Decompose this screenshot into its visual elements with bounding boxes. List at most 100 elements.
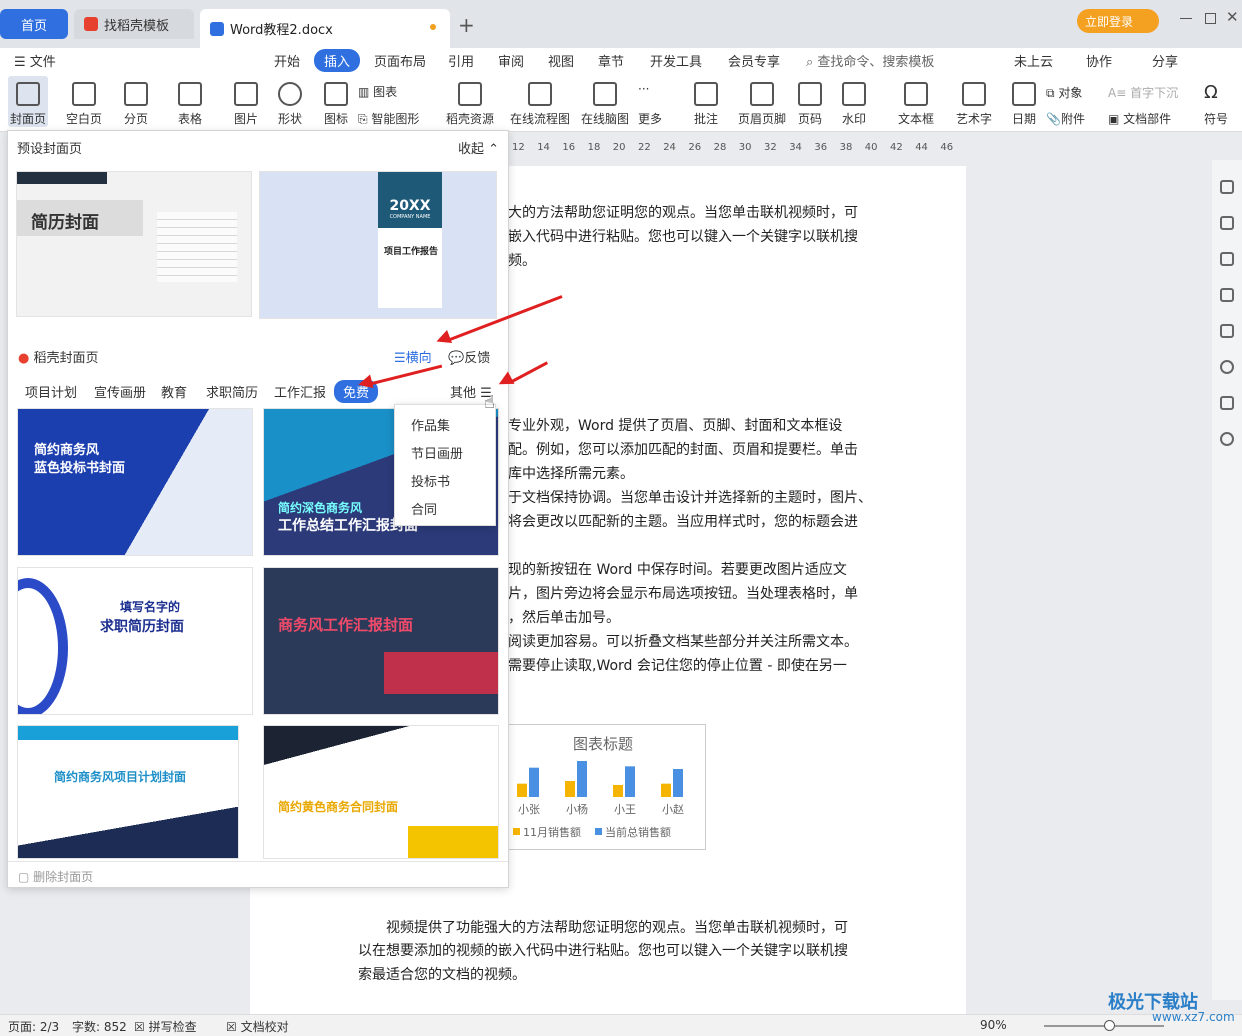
menu-file[interactable]: ☰ 文件 [14,51,56,70]
delete-cover-button[interactable]: ▢ 删除封面页 [18,868,93,885]
drop-cap-button[interactable]: A≡ 首字下沉 [1108,84,1178,101]
object-button[interactable]: ⧉ 对象 [1046,84,1082,101]
doc-text-line[interactable]: 需要停止读取,Word 会记住您的停止位置 - 即使在另一 [508,655,847,675]
dropdown-item-bid[interactable]: 投标书 [411,471,450,490]
doc-text-line[interactable]: 频。 [508,250,536,270]
table-button[interactable]: 表格 [178,76,202,127]
select-icon[interactable] [1220,252,1234,266]
menu-developer[interactable]: 开发工具 [650,51,702,70]
blank-page-icon [72,82,96,106]
menu-chapter[interactable]: 章节 [598,51,624,70]
minimize-icon[interactable] [1180,18,1192,19]
preset-cover-resume[interactable]: 简历封面 [16,171,252,317]
ribbon-label: 批注 [694,112,719,126]
doc-part-button[interactable]: ▣ 文档部件 [1108,110,1171,127]
spell-check-button[interactable]: ☒ 拼写检查 [134,1018,197,1035]
pen-icon[interactable] [1220,216,1234,230]
proof-label: 文档校对 [240,1020,289,1034]
embedded-chart[interactable]: 图表标题 小张 小杨 小王 小赵 11月销售额 当前总销售额 [498,724,706,850]
menu-reference[interactable]: 引用 [448,51,474,70]
chart-button[interactable]: ▥ 图表 [358,83,397,100]
doc-text-line[interactable]: 以在想要添加的视频的嵌入代码中进行粘贴。您也可以键入一个关键字以联机搜 [358,940,848,960]
doc-text-line[interactable]: 阅读更加容易。可以折叠文档某些部分并关注所需文本。 [508,631,858,651]
date-button[interactable]: 日期 [1012,76,1036,127]
doc-text-line[interactable]: 于文档保持协调。当您单击设计并选择新的主题时，图片、 [508,487,872,507]
mindmap-button[interactable]: 在线脑图 [581,76,629,127]
ai-icon[interactable] [1220,324,1234,338]
comment-button[interactable]: 批注 [694,76,718,127]
cloud-status[interactable]: 未上云 [1014,51,1053,70]
doc-text-line[interactable]: 嵌入代码中进行粘贴。您也可以键入一个关键字以联机搜 [508,226,858,246]
word-count[interactable]: 字数: 852 [72,1018,127,1035]
doc-text-line[interactable]: 视频提供了功能强大的方法帮助您证明您的观点。当您单击联机视频时，可 [386,917,848,937]
feedback-button[interactable]: 💬反馈 [448,347,490,366]
icon-button[interactable]: 图标 [324,76,348,127]
share-button[interactable]: 分享 [1152,51,1178,70]
command-search[interactable]: ⌕ 查找命令、搜索模板 [806,51,934,70]
more-button[interactable]: ··· 更多 [638,76,662,127]
dropdown-item-portfolio[interactable]: 作品集 [411,415,450,434]
doc-text-line[interactable]: 现的新按钮在 Word 中保存时间。若要更改图片适应文 [508,559,847,579]
page-number-button[interactable]: 页码 [798,76,822,127]
picture-button[interactable]: 图片 [234,76,258,127]
menu-start[interactable]: 开始 [274,51,300,70]
header-footer-button[interactable]: 页眉页脚 [738,76,786,127]
flowchart-button[interactable]: 在线流程图 [510,76,570,127]
menu-review[interactable]: 审阅 [498,51,524,70]
dropdown-item-contract[interactable]: 合同 [411,499,437,518]
doc-text-line[interactable]: 索最适合您的文档的视频。 [358,964,526,984]
help-icon[interactable] [1220,432,1234,446]
maximize-icon[interactable] [1205,13,1216,24]
cover-page-button[interactable]: 封面页 [8,76,49,127]
smartart-button[interactable]: ⎘ 智能图形 [358,110,419,127]
template-card[interactable]: 商务风工作汇报封面 [263,567,499,715]
category-education[interactable]: 教育 [161,382,187,401]
category-brochure[interactable]: 宣传画册 [94,382,146,401]
tab-daoke-templates[interactable]: 找稻壳模板 [74,9,194,39]
page-indicator[interactable]: 页面: 2/3 [8,1018,59,1035]
textbox-button[interactable]: 文本框 [898,76,934,127]
watermark-button[interactable]: 水印 [842,76,866,127]
collab-button[interactable]: 协作 [1086,51,1112,70]
book-icon[interactable] [1220,396,1234,410]
attachment-button[interactable]: 📎附件 [1046,110,1085,127]
close-icon[interactable]: ✕ [1226,8,1239,26]
dropdown-item-holiday[interactable]: 节日画册 [411,443,463,462]
location-icon[interactable] [1220,360,1234,374]
wordart-button[interactable]: 艺术字 [956,76,992,127]
tab-home[interactable]: 首页 [0,9,68,39]
menu-insert[interactable]: 插入 [314,49,361,72]
landscape-button[interactable]: ☰横向 [394,347,432,366]
doc-text-line[interactable]: ，然后单击加号。 [508,607,620,627]
category-resume[interactable]: 求职简历 [206,382,258,401]
template-card[interactable]: 简约黄色商务合同封面 [263,725,499,859]
collapse-button[interactable]: 收起 ⌃ [458,138,499,157]
doc-text-line[interactable]: 库中选择所需元素。 [508,463,634,483]
doc-text-line[interactable]: 配。例如，您可以添加匹配的封面、页眉和提要栏。单击 [508,439,858,459]
preset-cover-report[interactable]: 20XX COMPANY NAME 项目工作报告 [259,171,497,319]
menu-view[interactable]: 视图 [548,51,574,70]
category-work-report[interactable]: 工作汇报 [274,382,326,401]
doc-proof-button[interactable]: ☒ 文档校对 [226,1018,289,1035]
daoke-resource-button[interactable]: 稻壳资源 [446,76,494,127]
doc-text-line[interactable]: 片，图片旁边将会显示布局选项按钮。当处理表格时，单 [508,583,858,603]
menu-member[interactable]: 会员专享 [728,51,780,70]
template-card[interactable]: 简约商务风项目计划封面 [17,725,239,859]
template-card[interactable]: 填写名字的 求职简历封面 [17,567,253,715]
style-icon[interactable] [1220,180,1234,194]
doc-text-line[interactable]: 专业外观，Word 提供了页眉、页脚、封面和文本框设 [508,415,842,435]
blank-page-button[interactable]: 空白页 [66,76,102,127]
new-tab-icon[interactable]: + [458,13,475,37]
shape-button[interactable]: 形状 [278,76,302,127]
doc-text-line[interactable]: 大的方法帮助您证明您的观点。当您单击联机视频时，可 [508,202,858,222]
template-card[interactable]: 简约商务风 蓝色投标书封面 [17,408,253,556]
category-project-plan[interactable]: 项目计划 [25,382,77,401]
menu-layout[interactable]: 页面布局 [374,51,426,70]
tab-document[interactable]: Word教程2.docx [200,9,450,48]
login-button[interactable]: 立即登录 [1077,9,1159,33]
symbol-button[interactable]: Ω 符号 [1204,76,1228,127]
page-break-button[interactable]: 分页 [124,76,148,127]
zoom-level[interactable]: 90% [980,1018,1007,1032]
doc-text-line[interactable]: 将会更改以匹配新的主题。当应用样式时，您的标题会进 [508,511,858,531]
adjust-icon[interactable] [1220,288,1234,302]
